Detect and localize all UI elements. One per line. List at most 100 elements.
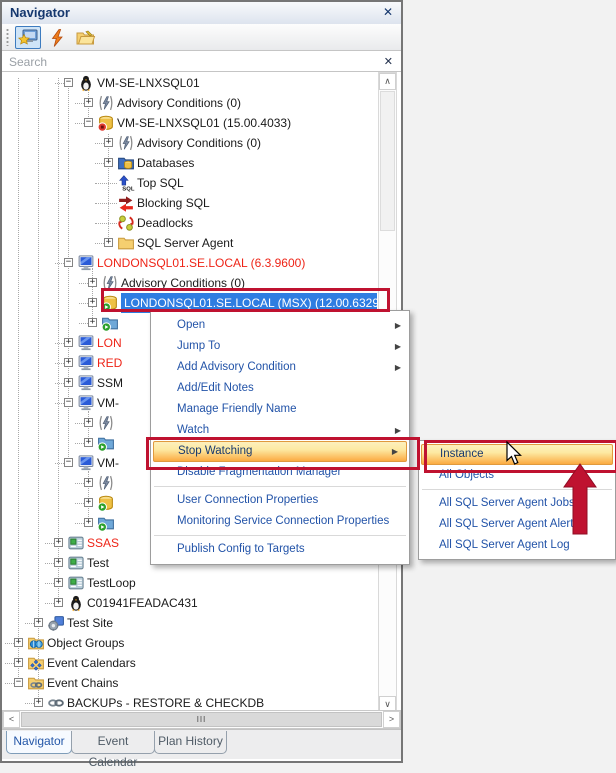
menu-item-monitoring-service-connection-properties[interactable]: Monitoring Service Connection Properties <box>151 511 409 532</box>
scroll-right-icon[interactable]: > <box>383 711 400 728</box>
watched-targets-button[interactable] <box>15 26 41 49</box>
tab-plan-history[interactable]: Plan History <box>154 731 227 754</box>
expand-plus-icon[interactable]: + <box>34 698 43 707</box>
expand-plus-icon[interactable]: + <box>104 138 113 147</box>
expand-plus-icon[interactable]: + <box>34 618 43 627</box>
tree-row-deadlocks[interactable]: Deadlocks <box>2 213 377 233</box>
tree-item-label: SSM <box>97 373 123 393</box>
menu-item-jump-to[interactable]: Jump To▶ <box>151 336 409 357</box>
tree-row-advisory-conditions-0[interactable]: +Advisory Conditions (0) <box>2 133 377 153</box>
expand-plus-icon[interactable]: + <box>14 658 23 667</box>
tree-connector-stub <box>55 343 64 344</box>
top-sql-icon: SQL <box>117 174 135 192</box>
tree-connector-stub <box>79 303 88 304</box>
folder-chain-icon <box>27 674 45 692</box>
tree-item-label: Test Site <box>67 613 113 633</box>
menu-item-stop-watching[interactable]: Stop Watching▶ <box>153 441 407 462</box>
expand-plus-icon[interactable]: + <box>104 158 113 167</box>
vertical-scroll-thumb[interactable] <box>380 91 395 231</box>
expand-plus-icon[interactable]: + <box>84 498 93 507</box>
expand-plus-icon[interactable]: + <box>64 378 73 387</box>
expand-plus-icon[interactable]: + <box>14 638 23 647</box>
expand-plus-icon[interactable]: + <box>64 358 73 367</box>
collapse-minus-icon[interactable]: − <box>14 678 23 687</box>
expand-plus-icon[interactable]: + <box>54 578 63 587</box>
toolbar-grip-handle[interactable] <box>6 28 9 46</box>
menu-item-label: Jump To <box>177 340 220 352</box>
tree-connector-stub <box>75 423 84 424</box>
menu-item-user-connection-properties[interactable]: User Connection Properties <box>151 490 409 511</box>
menu-item-watch[interactable]: Watch▶ <box>151 420 409 441</box>
expand-plus-icon[interactable]: + <box>54 558 63 567</box>
menu-item-disable-fragmentation-manager[interactable]: Disable Fragmentation Manager <box>151 462 409 483</box>
expand-plus-icon[interactable]: + <box>84 418 93 427</box>
folder-calendar-icon <box>27 654 45 672</box>
tree-row-top-sql[interactable]: SQLTop SQL <box>2 173 377 193</box>
expand-plus-icon[interactable]: + <box>54 538 63 547</box>
menu-item-open[interactable]: Open▶ <box>151 315 409 336</box>
expand-plus-icon[interactable]: + <box>88 278 97 287</box>
search-clear-icon[interactable]: ✕ <box>384 55 393 68</box>
tree-row-vm-se-lnxsql01[interactable]: −VM-SE-LNXSQL01 <box>2 73 377 93</box>
tree-item-label: Test <box>87 553 109 573</box>
expand-plus-icon[interactable]: + <box>84 98 93 107</box>
tree-item-label: BACKUPs - RESTORE & CHECKDB <box>67 693 264 713</box>
tree-row-object-groups[interactable]: +Object Groups <box>2 633 377 653</box>
scroll-left-icon[interactable]: < <box>3 711 20 728</box>
tree-row-advisory-conditions-0[interactable]: +Advisory Conditions (0) <box>2 273 377 293</box>
search-input[interactable]: Search ✕ <box>2 50 401 72</box>
tab-label: Navigator <box>13 734 64 748</box>
collapse-minus-icon[interactable]: − <box>64 398 73 407</box>
tree-connector-stub <box>25 703 34 704</box>
expand-plus-icon[interactable]: + <box>84 478 93 487</box>
menu-item-publish-config-to-targets[interactable]: Publish Config to Targets <box>151 539 409 560</box>
tree-row-blocking-sql[interactable]: Blocking SQL <box>2 193 377 213</box>
tree-connector-stub <box>25 623 34 624</box>
sql-instance-play-icon <box>101 294 119 312</box>
menu-item-label: Open <box>177 319 205 331</box>
collapse-minus-icon[interactable]: − <box>64 258 73 267</box>
open-views-button[interactable] <box>73 26 99 49</box>
collapse-minus-icon[interactable]: − <box>84 118 93 127</box>
folder-icon <box>117 234 135 252</box>
tree-connector-stub <box>45 543 54 544</box>
tree-connector-stub <box>95 203 117 204</box>
collapse-minus-icon[interactable]: − <box>64 458 73 467</box>
menu-item-label: Manage Friendly Name <box>177 403 297 415</box>
computer-icon <box>77 394 95 412</box>
agent-folder-play-icon <box>101 314 119 332</box>
horizontal-scroll-thumb[interactable]: III <box>21 712 382 727</box>
tab-navigator[interactable]: Navigator <box>6 731 72 754</box>
tree-row-londonsql01-se-local-6-3-9600[interactable]: −LONDONSQL01.SE.LOCAL (6.3.9600) <box>2 253 377 273</box>
tree-row-databases[interactable]: +Databases <box>2 153 377 173</box>
close-icon[interactable]: ✕ <box>383 5 393 19</box>
scroll-up-icon[interactable]: ∧ <box>379 73 396 90</box>
advisory-conditions-button[interactable] <box>44 26 70 49</box>
tree-row-testloop[interactable]: + TestLoop <box>2 573 377 593</box>
tree-row-event-calendars[interactable]: +Event Calendars <box>2 653 377 673</box>
expand-plus-icon[interactable]: + <box>88 318 97 327</box>
panel-titlebar[interactable]: Navigator ✕ <box>2 2 401 25</box>
menu-item-add-edit-notes[interactable]: Add/Edit Notes <box>151 378 409 399</box>
expand-plus-icon[interactable]: + <box>54 598 63 607</box>
tree-row-c01941feadac431[interactable]: +C01941FEADAC431 <box>2 593 377 613</box>
tab-event-calendar[interactable]: Event Calendar <box>71 731 155 754</box>
tree-row-advisory-conditions-0[interactable]: +Advisory Conditions (0) <box>2 93 377 113</box>
tree-row-vm-se-lnxsql01-15-00-4033[interactable]: − VM-SE-LNXSQL01 (15.00.4033) <box>2 113 377 133</box>
expand-plus-icon[interactable]: + <box>88 298 97 307</box>
tree-item-label: RED <box>97 353 122 373</box>
expand-plus-icon[interactable]: + <box>84 438 93 447</box>
tree-row-event-chains[interactable]: −Event Chains <box>2 673 377 693</box>
tree-row-test-site[interactable]: + Test Site <box>2 613 377 633</box>
expand-plus-icon[interactable]: + <box>64 338 73 347</box>
tree-item-label: VM-SE-LNXSQL01 (15.00.4033) <box>117 113 291 133</box>
tree-item-label: Blocking SQL <box>137 193 210 213</box>
tree-row-sql-server-agent[interactable]: +SQL Server Agent <box>2 233 377 253</box>
tree-row-backups-restore-checkdb[interactable]: + BACKUPs - RESTORE & CHECKDB <box>2 693 377 713</box>
collapse-minus-icon[interactable]: − <box>64 78 73 87</box>
expand-plus-icon[interactable]: + <box>84 518 93 527</box>
tree-item-label: TestLoop <box>87 573 136 593</box>
menu-item-add-advisory-condition[interactable]: Add Advisory Condition▶ <box>151 357 409 378</box>
expand-plus-icon[interactable]: + <box>104 238 113 247</box>
menu-item-manage-friendly-name[interactable]: Manage Friendly Name <box>151 399 409 420</box>
